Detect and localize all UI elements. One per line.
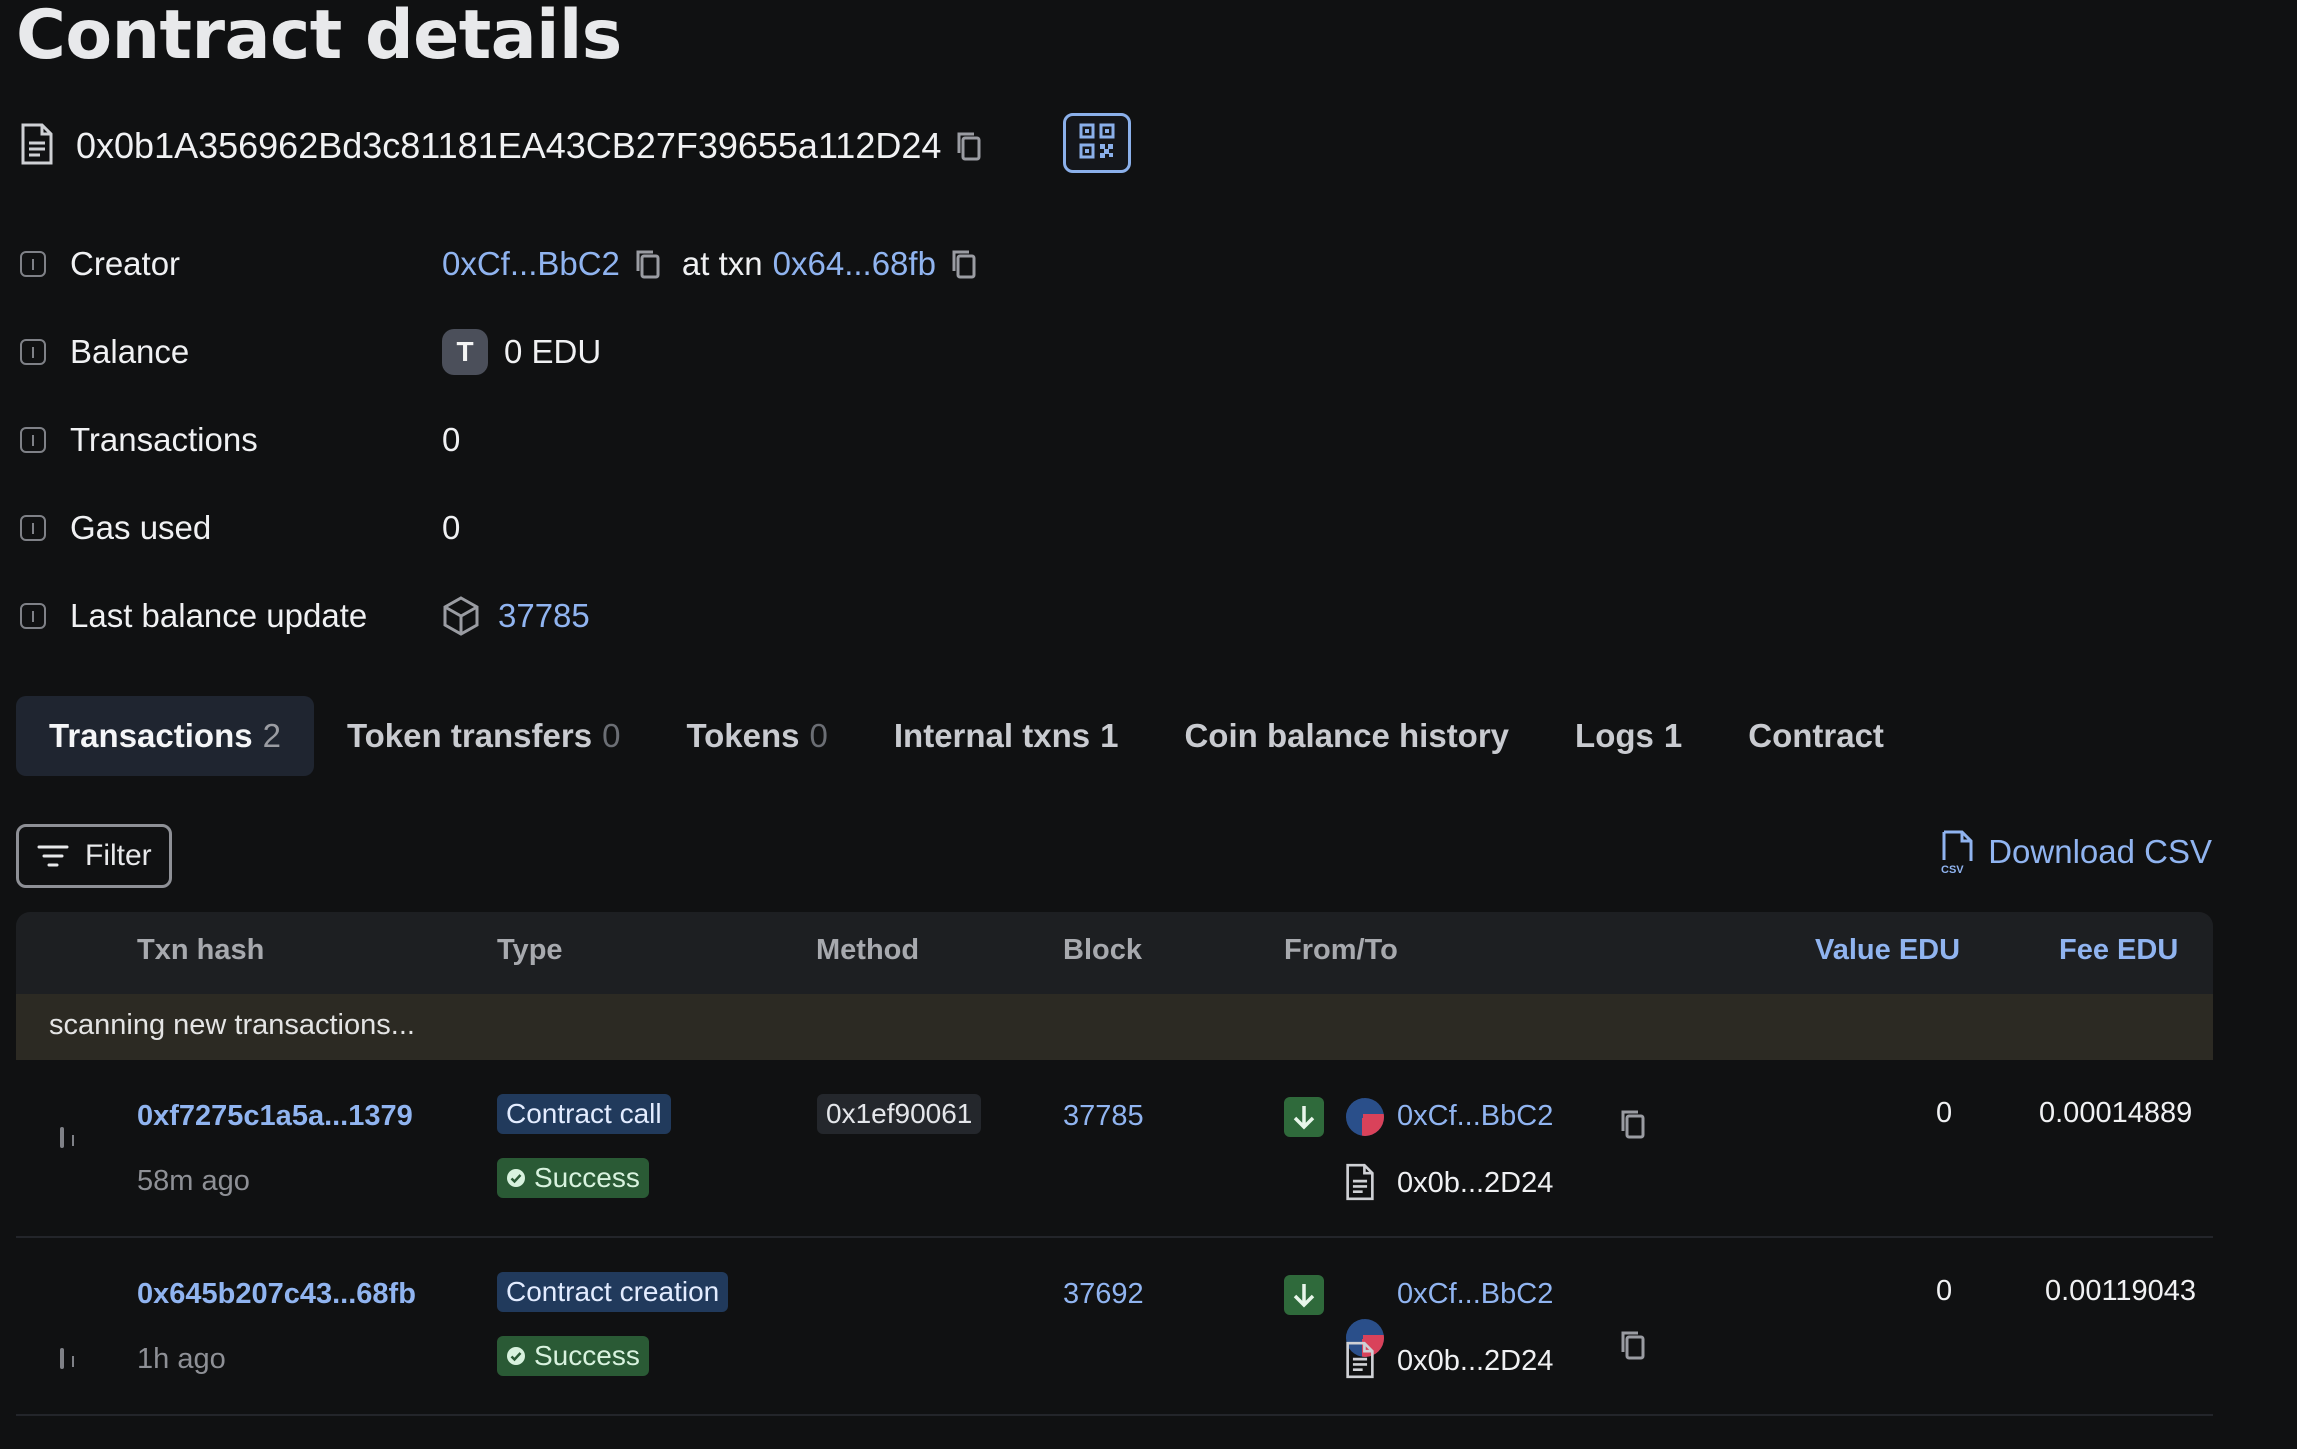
status-badge: Success — [497, 1336, 649, 1376]
transactions-value: 0 — [442, 421, 461, 458]
info-icon[interactable] — [20, 603, 46, 629]
balance-value: 0 EDU — [504, 333, 602, 370]
filter-icon — [37, 844, 69, 868]
status-badge: Success — [497, 1158, 649, 1198]
at-txn-text: at txn — [681, 245, 763, 282]
info-icon[interactable] — [60, 1348, 64, 1369]
file-icon — [1345, 1340, 1375, 1385]
contract-address: 0x0b1A356962Bd3c81181EA43CB27F39655a112D… — [76, 125, 942, 166]
contract-address-row: 0x0b1A356962Bd3c81181EA43CB27F39655a112D… — [20, 118, 983, 174]
qr-code-icon — [1079, 123, 1115, 164]
info-icon[interactable] — [20, 251, 46, 277]
info-icon[interactable] — [20, 339, 46, 365]
info-icon[interactable] — [60, 1127, 64, 1148]
download-csv-label: Download CSV — [1988, 833, 2212, 870]
detail-last-balance-update: Last balance update 37785 — [20, 586, 1520, 646]
scanning-text: scanning new transactions... — [49, 1009, 415, 1041]
header-from-to: From/To — [1284, 934, 1398, 966]
tab-logs[interactable]: Logs 1 — [1542, 696, 1715, 776]
download-csv-button[interactable]: CSV Download CSV — [1940, 830, 2212, 874]
tab-transactions[interactable]: Transactions 2 — [16, 696, 314, 776]
txn-type-tag: Contract call — [497, 1094, 671, 1134]
header-fee[interactable]: Fee EDU — [2059, 934, 2178, 967]
copy-icon[interactable] — [634, 248, 662, 280]
tab-tokens[interactable]: Tokens 0 — [653, 696, 860, 776]
copy-icon[interactable] — [1619, 1329, 1647, 1361]
txn-fee: 0.00119043 — [2045, 1275, 2197, 1307]
txn-age: 1h ago — [137, 1343, 226, 1375]
tab-token-transfers[interactable]: Token transfers 0 — [314, 696, 654, 776]
copy-icon[interactable] — [950, 248, 978, 280]
txn-hash-link[interactable]: 0x645b207c43...68fb — [137, 1278, 416, 1311]
creator-address-link[interactable]: 0xCf...BbC2 — [442, 245, 620, 283]
check-circle-icon — [506, 1346, 526, 1366]
to-address[interactable]: 0x0b...2D24 — [1397, 1167, 1553, 1200]
block-link[interactable]: 37692 — [1063, 1278, 1144, 1311]
block-link[interactable]: 37785 — [1063, 1100, 1144, 1133]
last-balance-update-label: Last balance update — [70, 597, 368, 634]
header-txn-hash: Txn hash — [137, 934, 265, 966]
tab-coin-balance-history[interactable]: Coin balance history — [1151, 696, 1542, 776]
tab-contract[interactable]: Contract — [1715, 696, 1917, 776]
token-icon: T — [442, 329, 488, 375]
table-header: Txn hash Type Method Block From/To Value… — [16, 912, 2213, 994]
filter-label: Filter — [85, 839, 152, 872]
header-type: Type — [497, 934, 563, 966]
file-icon — [1345, 1162, 1375, 1207]
detail-gas-used: Gas used 0 — [20, 498, 1520, 558]
header-value[interactable]: Value EDU — [1815, 934, 1960, 967]
row-divider — [16, 1236, 2213, 1238]
scanning-banner: scanning new transactions... — [16, 994, 2213, 1060]
file-icon — [20, 123, 54, 170]
arrow-down-icon — [1284, 1097, 1324, 1137]
avatar — [1346, 1098, 1384, 1136]
row-divider — [16, 1414, 2213, 1416]
method-tag: 0x1ef90061 — [817, 1094, 982, 1134]
txn-type-tag: Contract creation — [497, 1272, 729, 1312]
csv-file-icon: CSV — [1940, 830, 1974, 874]
txn-age: 58m ago — [137, 1165, 250, 1197]
block-icon — [442, 596, 480, 636]
txn-hash-link[interactable]: 0xf7275c1a5a...1379 — [137, 1100, 413, 1133]
txn-fee: 0.00014889 — [2039, 1097, 2193, 1129]
creator-label: Creator — [70, 245, 181, 282]
tab-internal-txns[interactable]: Internal txns 1 — [861, 696, 1152, 776]
detail-creator: Creator 0xCf...BbC2 at txn 0x64...68fb — [20, 234, 1520, 294]
check-circle-icon — [506, 1168, 526, 1188]
svg-text:CSV: CSV — [1941, 864, 1964, 874]
detail-transactions: Transactions 0 — [20, 410, 1520, 470]
gas-used-label: Gas used — [70, 509, 212, 546]
detail-balance: Balance T 0 EDU — [20, 322, 1520, 382]
from-address-link[interactable]: 0xCf...BbC2 — [1397, 1100, 1553, 1133]
arrow-down-icon — [1284, 1275, 1324, 1315]
info-icon[interactable] — [20, 427, 46, 453]
header-method: Method — [816, 934, 920, 966]
txn-value: 0 — [1936, 1097, 1953, 1129]
transactions-label: Transactions — [70, 421, 258, 458]
gas-used-value: 0 — [442, 509, 461, 546]
txn-value: 0 — [1936, 1275, 1953, 1307]
creator-txn-link[interactable]: 0x64...68fb — [773, 245, 936, 283]
to-address[interactable]: 0x0b...2D24 — [1397, 1345, 1553, 1378]
header-block: Block — [1063, 934, 1142, 966]
from-address-link[interactable]: 0xCf...BbC2 — [1397, 1278, 1553, 1311]
page-title: Contract details — [16, 0, 622, 75]
last-balance-block-link[interactable]: 37785 — [498, 597, 590, 635]
filter-button[interactable]: Filter — [16, 824, 172, 888]
copy-icon[interactable] — [955, 130, 983, 162]
balance-label: Balance — [70, 333, 190, 370]
info-icon[interactable] — [20, 515, 46, 541]
qr-code-button[interactable] — [1063, 113, 1131, 173]
tab-bar: Transactions 2 Token transfers 0 Tokens 0 I… — [16, 696, 1917, 776]
copy-icon[interactable] — [1619, 1108, 1647, 1140]
